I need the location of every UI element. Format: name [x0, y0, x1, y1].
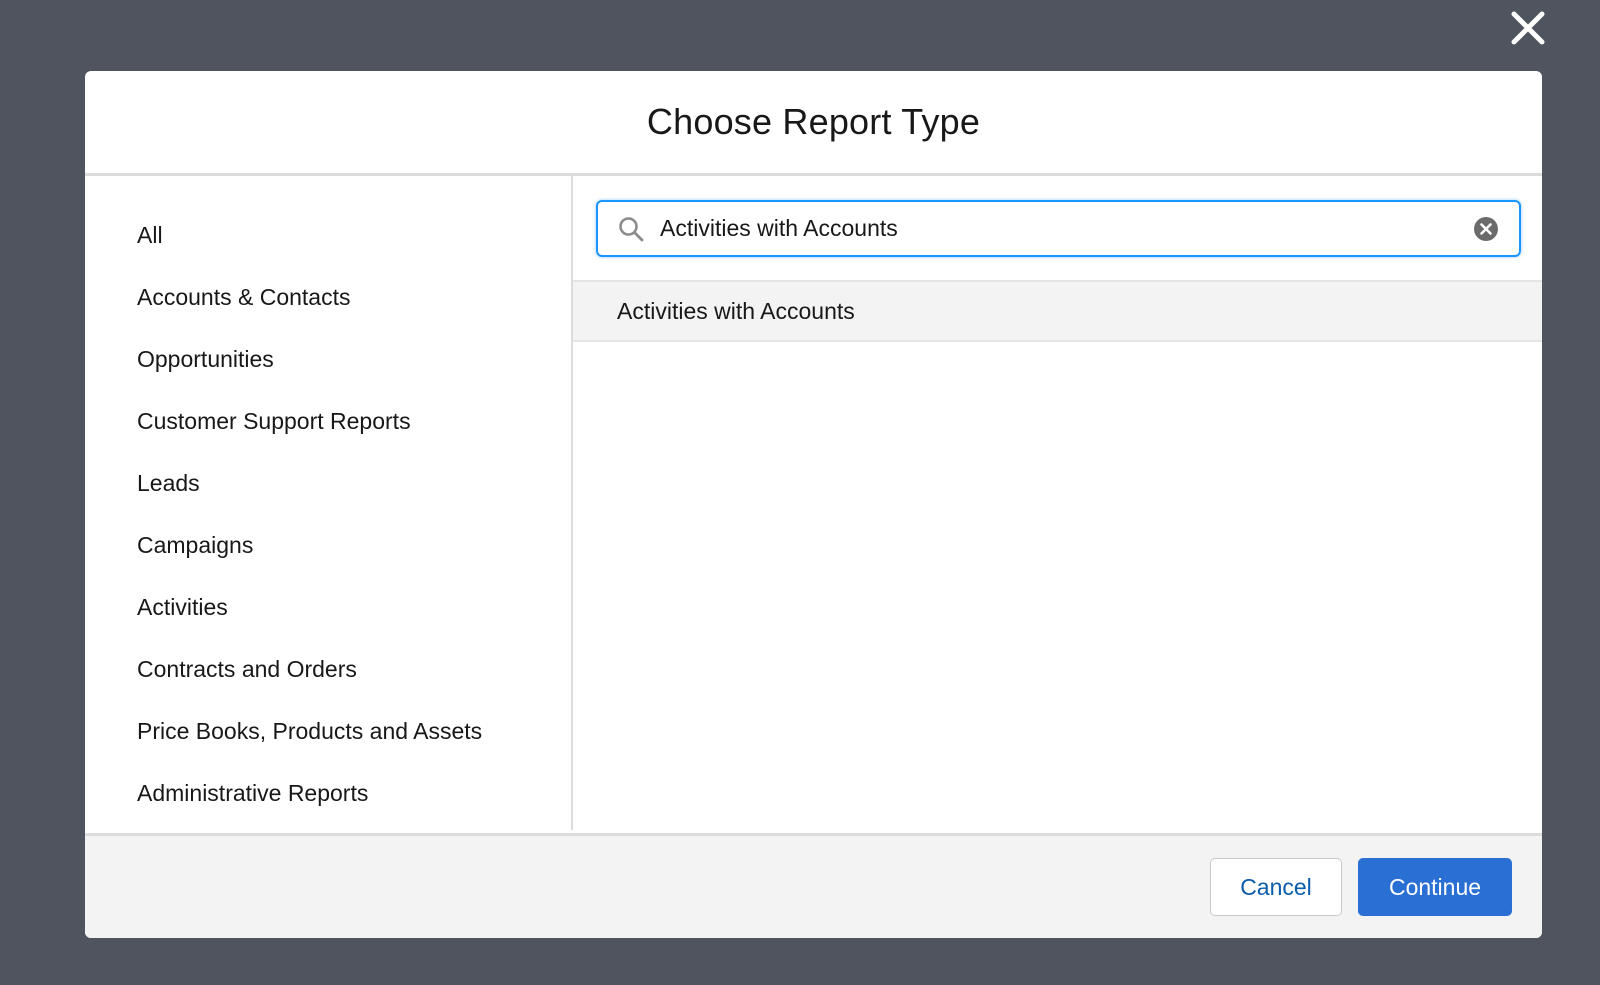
sidebar-item-customer-support-reports[interactable]: Customer Support Reports — [85, 390, 571, 452]
modal-title: Choose Report Type — [646, 101, 981, 142]
sidebar-item-leads[interactable]: Leads — [85, 452, 571, 514]
cancel-button[interactable]: Cancel — [1210, 858, 1342, 916]
list-item[interactable]: Activities with Accounts — [573, 282, 1542, 342]
report-type-content: Activities with Accounts — [573, 176, 1542, 830]
search-input[interactable] — [648, 202, 1471, 255]
modal-body: All Accounts & Contacts Opportunities Cu… — [85, 176, 1542, 830]
close-modal-icon[interactable] — [1508, 8, 1548, 48]
search-box — [596, 200, 1521, 257]
clear-circle-icon[interactable] — [1471, 214, 1501, 244]
sidebar-item-contracts-orders[interactable]: Contracts and Orders — [85, 638, 571, 700]
sidebar-item-campaigns[interactable]: Campaigns — [85, 514, 571, 576]
modal-header: Choose Report Type — [85, 71, 1542, 176]
results-list: Activities with Accounts — [573, 280, 1542, 342]
choose-report-type-modal: Choose Report Type All Accounts & Contac… — [85, 71, 1542, 938]
sidebar-item-accounts-contacts[interactable]: Accounts & Contacts — [85, 266, 571, 328]
modal-footer: Cancel Continue — [85, 833, 1542, 938]
sidebar-item-price-books-products-assets[interactable]: Price Books, Products and Assets — [85, 700, 571, 762]
sidebar-item-administrative-reports[interactable]: Administrative Reports — [85, 762, 571, 824]
continue-button[interactable]: Continue — [1358, 858, 1512, 916]
sidebar-item-opportunities[interactable]: Opportunities — [85, 328, 571, 390]
category-sidebar: All Accounts & Contacts Opportunities Cu… — [85, 176, 573, 830]
sidebar-item-activities[interactable]: Activities — [85, 576, 571, 638]
search-icon — [618, 214, 648, 244]
sidebar-item-all[interactable]: All — [85, 204, 571, 266]
